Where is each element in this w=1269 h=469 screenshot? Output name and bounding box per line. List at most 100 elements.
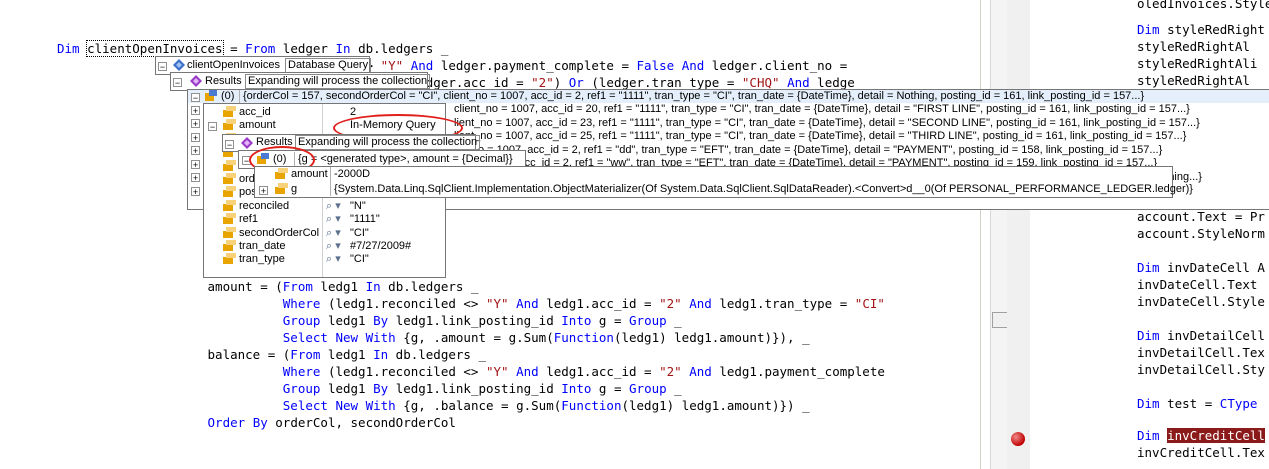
code-token: By [373, 381, 389, 396]
magnifier-icon[interactable]: ⌕ ▾ [326, 213, 341, 226]
datatip-results-value[interactable]: Expanding will process the collection [245, 74, 431, 89]
code-token: Order [207, 415, 246, 430]
code-editor-left[interactable]: Dim clientOpenInvoices = From ledger In … [0, 0, 980, 469]
expand-toggle[interactable]: + [191, 119, 200, 129]
code-token: "Y" [486, 296, 509, 311]
code-token: Group [629, 381, 667, 396]
datatip-child-row[interactable]: + g {System.Data.Linq.SqlClient.Implemen… [255, 181, 1193, 196]
vertical-scrollbar[interactable] [990, 0, 1008, 469]
collapse-toggle[interactable]: − [225, 139, 234, 149]
code-token: Select [282, 330, 328, 345]
magnifier-icon[interactable]: ⌕ ▾ [326, 240, 341, 253]
code-token: Select [282, 398, 328, 413]
datatip-child-row[interactable]: amount -2000D [255, 167, 1171, 182]
field-value: "CI" [350, 253, 369, 266]
field-name: amount [291, 168, 328, 180]
code-token: db.ledgers _ [380, 279, 479, 294]
expand-toggle[interactable]: + [191, 105, 200, 115]
datatip-item-value: {orderCol = 157, secondOrderCol = "CI", … [239, 90, 1144, 103]
magnifier-icon[interactable]: ⌕ ▾ [326, 253, 341, 266]
datatip-root-value[interactable]: Database Query [285, 58, 372, 73]
code-editor-right[interactable]: oledInvoices.Style Dim styleRedRight style… [1033, 0, 1269, 469]
code-token: And [516, 296, 539, 311]
code-token: ledg1 [320, 381, 374, 396]
code-token: With [365, 330, 396, 345]
code-line: Select New With {g, .balance = g.Sum(Fun… [57, 398, 810, 414]
collapse-toggle[interactable]: − [208, 121, 217, 131]
datatip-results-value[interactable]: Expanding will process the collection [295, 135, 481, 150]
code-token: styleRedRightAli [1137, 56, 1258, 71]
expand-toggle[interactable]: + [191, 186, 200, 196]
collapse-toggle[interactable]: − [158, 61, 167, 71]
indicator-margin[interactable] [1007, 0, 1031, 469]
code-token: ledg1.link_posting_id [388, 313, 562, 328]
expand-toggle[interactable]: + [191, 173, 200, 183]
field-value: "N" [350, 199, 366, 212]
code-token: invDateCell.Style [1137, 294, 1265, 309]
datatip-field-row[interactable]: tran_type ⌕ ▾ "CI" [204, 253, 444, 266]
field-value: {System.Data.Linq.SqlClient.Implementati… [334, 183, 1193, 195]
code-token: New [335, 398, 359, 413]
collapse-toggle[interactable]: − [173, 77, 182, 87]
code-token: From [290, 347, 321, 362]
code-token: Dim [1137, 260, 1160, 275]
code-token: Group [282, 313, 321, 328]
breakpoint-icon[interactable] [1011, 432, 1025, 446]
datatip-item-value: client_no = 1007, acc_id = 20, ref1 = "1… [454, 103, 1190, 115]
code-line: invDateCell.Text [1137, 277, 1257, 293]
code-token: And [689, 364, 712, 379]
collapse-toggle[interactable]: − [191, 92, 200, 102]
code-line: invCreditCell.Tex [1137, 445, 1265, 461]
field-name: g [291, 183, 298, 195]
datatip-item-header[interactable]: − (0) {orderCol = 157, secondOrderCol = … [188, 90, 1269, 103]
code-token: (ledg1.reconciled <> [320, 296, 486, 311]
code-token: "2" [659, 296, 682, 311]
datatip-field-row[interactable]: tran_date ⌕ ▾ #7/27/2009# [204, 240, 444, 253]
code-token: styleRedRightAl [1137, 73, 1250, 88]
magnifier-icon[interactable]: ⌕ ▾ [326, 227, 341, 240]
code-line: amount = (From ledg1 In db.ledgers _ [57, 279, 479, 295]
code-token: Group [282, 381, 321, 396]
code-token: In [373, 347, 389, 362]
code-line: balance = (From ledg1 In db.ledgers _ [57, 347, 487, 363]
field-value: -2000D [334, 168, 371, 180]
code-token: ledger.client_no = [704, 58, 848, 73]
results-icon [190, 75, 202, 87]
code-token: orderCol, secondOrderCol [267, 415, 456, 430]
field-value: "CI" [350, 226, 369, 239]
expand-toggle[interactable]: + [191, 159, 200, 169]
field-name: secondOrderCol [239, 226, 320, 239]
code-token: invDateCell.Text [1137, 277, 1258, 292]
results-icon [241, 137, 253, 149]
code-token: g = [591, 381, 630, 396]
code-token: {g, .amount = g.Sum( [395, 330, 554, 345]
magnifier-icon[interactable]: ⌕ ▾ [326, 200, 341, 213]
code-token: oledInvoices.Style [1137, 0, 1269, 11]
code-token: invDetailCell [1159, 328, 1265, 343]
code-token: ledge [809, 75, 855, 90]
code-line: invDateCell.Style [1137, 294, 1265, 310]
expand-toggle[interactable]: + [259, 185, 268, 195]
code-token: Group [629, 313, 667, 328]
datatip-field-row[interactable]: reconciled ⌕ ▾ "N" [204, 199, 444, 213]
code-token: invDetailCell.Sty [1137, 362, 1265, 377]
datatip-item-value: lient_no = 1007, acc_id = 23, ref1 = "11… [454, 116, 1200, 129]
code-line: account.Text = Pr [1137, 209, 1265, 225]
scrollbar-thumb[interactable] [992, 312, 1008, 328]
expand-toggle[interactable]: + [191, 146, 200, 156]
code-token: And [787, 75, 810, 90]
code-token: ledg1.tran_type = [711, 296, 855, 311]
datatip-field-row[interactable]: secondOrderCol ⌕ ▾ "CI" [204, 226, 444, 240]
code-token: With [365, 398, 396, 413]
field-value: "1111" [350, 213, 380, 226]
code-token: ledg1.acc_id = [538, 296, 660, 311]
code-token: Dim [1137, 328, 1160, 343]
datatip-field-row[interactable]: ref1 ⌕ ▾ "1111" [204, 213, 444, 226]
expand-toggle[interactable]: + [191, 132, 200, 142]
datatip-results-name: Results [205, 75, 242, 87]
